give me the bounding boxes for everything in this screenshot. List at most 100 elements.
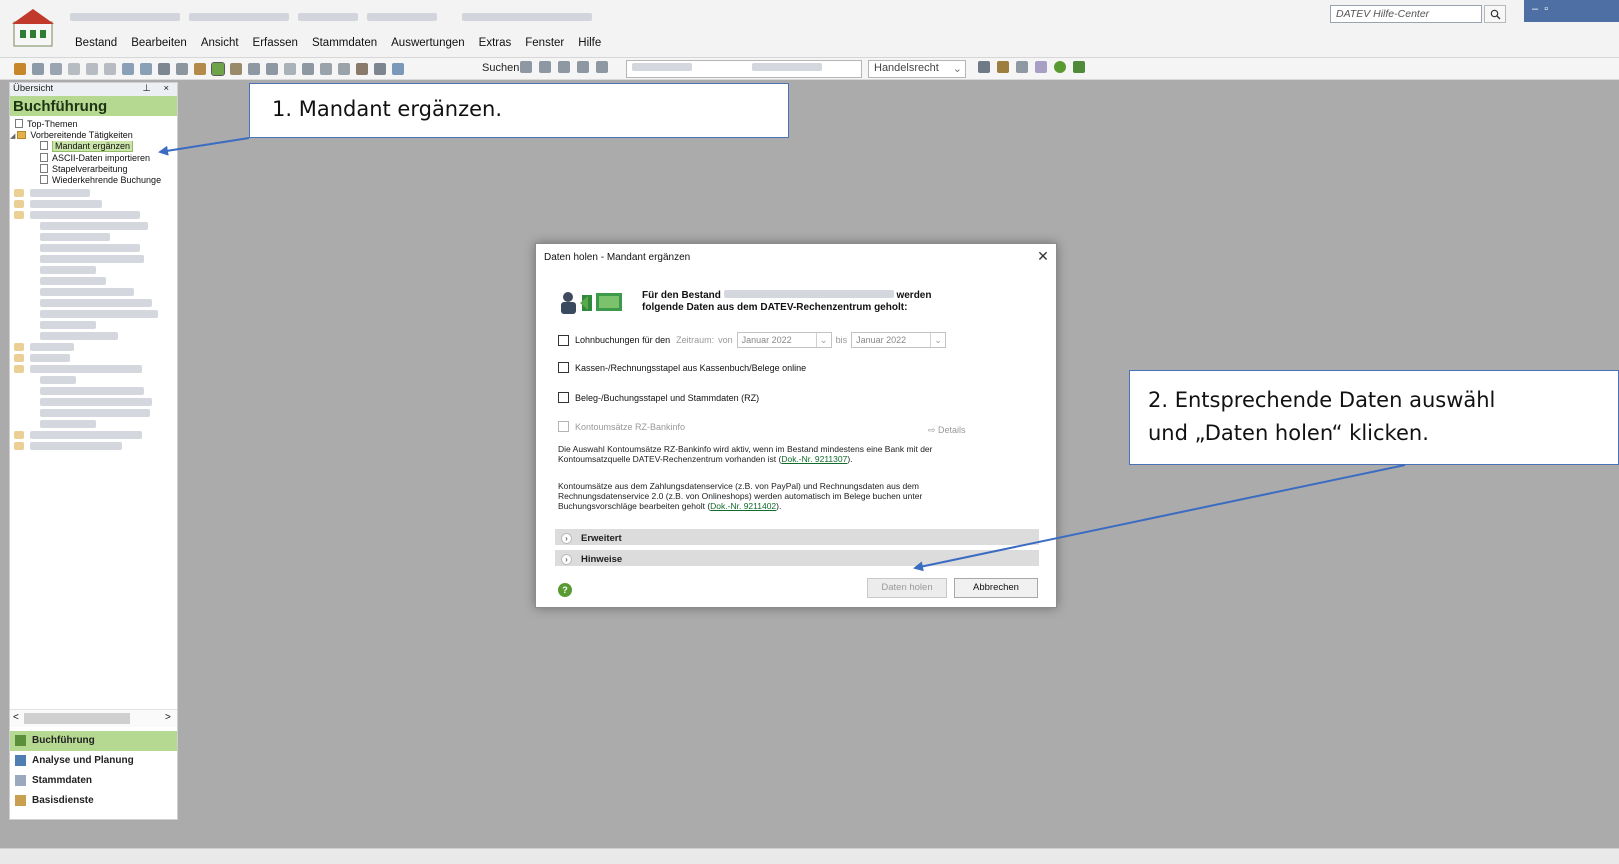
- copy-icon[interactable]: [176, 63, 188, 75]
- toolbar-search-label[interactable]: Suchen: [482, 62, 519, 74]
- tree-view-icon[interactable]: [211, 62, 225, 76]
- print-preview-icon[interactable]: [50, 63, 62, 75]
- daten-holen-button[interactable]: Daten holen: [867, 578, 947, 598]
- menu-fenster[interactable]: Fenster: [518, 37, 571, 49]
- callout-step-2-line2: und „Daten holen“ klicken.: [1148, 421, 1429, 445]
- forward-arrow-icon[interactable]: [104, 63, 116, 75]
- search-icon[interactable]: [1484, 5, 1506, 23]
- ledger-icon: [15, 735, 26, 746]
- chart-icon: [15, 755, 26, 766]
- nav-buchfuehrung[interactable]: Buchführung: [10, 731, 177, 751]
- nav-analyse-planung[interactable]: Analyse und Planung: [10, 751, 177, 771]
- calculator-icon[interactable]: [374, 63, 386, 75]
- section-hinweise-label: Hinweise: [581, 553, 623, 565]
- ledger-icon[interactable]: [978, 61, 990, 73]
- menu-bearbeiten[interactable]: Bearbeiten: [124, 37, 194, 49]
- client-number-field-redacted[interactable]: [626, 60, 862, 78]
- calendar-icon[interactable]: [1016, 61, 1028, 73]
- tree-item-stapelverarbeitung[interactable]: Stapelverarbeitung: [10, 164, 177, 175]
- dialog-heading-line2: folgende Daten aus dem DATEV-Rechenzentr…: [642, 302, 908, 313]
- section-erweitert[interactable]: › Erweitert: [555, 529, 1039, 545]
- up-arrow-icon[interactable]: [68, 63, 80, 75]
- layout-icon[interactable]: [140, 63, 152, 75]
- expand-icon[interactable]: ◢: [10, 133, 15, 140]
- nav-basisdienste[interactable]: Basisdienste: [10, 791, 177, 811]
- nav-label: Buchführung: [32, 735, 95, 746]
- beleg-checkbox[interactable]: [558, 392, 569, 403]
- help-icon[interactable]: ?: [558, 583, 572, 597]
- menu-hilfe[interactable]: Hilfe: [571, 37, 608, 49]
- tree-item-vorbereitende-taetigkeiten[interactable]: ◢ Vorbereitende Tätigkeiten: [10, 130, 177, 141]
- search-list-icon[interactable]: [392, 63, 404, 75]
- datev-app-icon[interactable]: [12, 8, 54, 48]
- menu-ansicht[interactable]: Ansicht: [194, 37, 246, 49]
- tree-item-label: Stapelverarbeitung: [52, 164, 128, 174]
- menu-erfassen[interactable]: Erfassen: [246, 37, 305, 49]
- menu-bestand[interactable]: Bestand: [68, 37, 124, 49]
- menu-auswertungen[interactable]: Auswertungen: [384, 37, 472, 49]
- help-icon[interactable]: [1054, 61, 1066, 73]
- abbrechen-button[interactable]: Abbrechen: [954, 578, 1038, 598]
- tree-item-mandant-ergaenzen[interactable]: Mandant ergänzen: [10, 141, 177, 153]
- menu-stammdaten[interactable]: Stammdaten: [305, 37, 384, 49]
- section-hinweise[interactable]: › Hinweise: [555, 550, 1039, 566]
- sidebar-header: Übersicht ⊥ ×: [10, 83, 177, 96]
- details-link[interactable]: ⇨ Details: [928, 425, 966, 436]
- book-icon[interactable]: [577, 61, 589, 73]
- tree-item-label-selected: Mandant ergänzen: [52, 141, 134, 152]
- row-kassen: Kassen-/Rechnungsstapel aus Kassenbuch/B…: [558, 362, 806, 373]
- paste-icon[interactable]: [194, 63, 206, 75]
- stamp-icon[interactable]: [356, 63, 368, 75]
- screen-icon[interactable]: [1073, 61, 1085, 73]
- scroll-right-icon[interactable]: >: [165, 712, 171, 723]
- to-month-select[interactable]: Januar 2022 ⌄: [851, 332, 947, 348]
- window-controls[interactable]: – ▫: [1524, 0, 1619, 22]
- filter-icon[interactable]: [520, 61, 532, 73]
- nav-stammdaten[interactable]: Stammdaten: [10, 771, 177, 791]
- scroll-left-icon[interactable]: <: [13, 712, 19, 723]
- tree-item-wiederkehrende-buchungen[interactable]: Wiederkehrende Buchunge: [10, 175, 177, 186]
- navigation-tree: Top-Themen ◢ Vorbereitende Tätigkeiten Ma…: [10, 116, 177, 452]
- clock-icon[interactable]: [320, 63, 332, 75]
- tools-icon[interactable]: [230, 63, 242, 75]
- back-arrow-icon[interactable]: [86, 63, 98, 75]
- print-icon[interactable]: [32, 63, 44, 75]
- kassen-checkbox[interactable]: [558, 362, 569, 373]
- zeitraum-label: Zeitraum:: [676, 335, 715, 345]
- window-icon[interactable]: [122, 63, 134, 75]
- from-month-select[interactable]: Januar 2022 ⌄: [736, 332, 832, 348]
- von-label: von: [718, 335, 733, 345]
- numbered-list-icon[interactable]: [302, 63, 314, 75]
- from-month-value: Januar 2022: [741, 335, 792, 345]
- menu-extras[interactable]: Extras: [472, 37, 519, 49]
- konto-checkbox[interactable]: [558, 421, 569, 432]
- list-icon[interactable]: [248, 63, 260, 75]
- document-icon[interactable]: [284, 63, 296, 75]
- close-icon[interactable]: ✕: [1034, 247, 1052, 265]
- folder-icon: [17, 131, 27, 139]
- pin-icon[interactable]: ⊥: [143, 83, 151, 94]
- close-icon[interactable]: ×: [163, 83, 169, 94]
- lohn-checkbox[interactable]: [558, 334, 569, 346]
- nav-label: Stammdaten: [32, 775, 93, 786]
- tree-item-top-themen[interactable]: Top-Themen: [10, 119, 177, 130]
- hierarchy-icon[interactable]: [266, 63, 278, 75]
- cut-icon[interactable]: [158, 63, 170, 75]
- sidebar-horizontal-scrollbar[interactable]: < >: [10, 709, 177, 727]
- law-select[interactable]: Handelsrecht ⌄: [868, 60, 966, 78]
- open-icon[interactable]: [14, 63, 26, 75]
- dok-link-9211402[interactable]: Dok.-Nr. 9211402: [710, 501, 776, 511]
- dok-link-9211307[interactable]: Dok.-Nr. 9211307: [781, 454, 847, 464]
- book-open-icon[interactable]: [1035, 61, 1047, 73]
- section-erweitert-label: Erweitert: [581, 532, 622, 544]
- export-icon[interactable]: [558, 61, 570, 73]
- scrollbar-thumb[interactable]: [24, 713, 130, 724]
- chevron-down-icon: ⌄: [952, 63, 962, 75]
- table-icon[interactable]: [338, 63, 350, 75]
- document-icon: [40, 141, 48, 150]
- link-icon[interactable]: [539, 61, 551, 73]
- tree-item-ascii-import[interactable]: ASCII-Daten importieren: [10, 153, 177, 164]
- chart-icon[interactable]: [997, 61, 1009, 73]
- help-center-search-input[interactable]: DATEV Hilfe-Center: [1330, 5, 1482, 23]
- book-search-icon[interactable]: [596, 61, 608, 73]
